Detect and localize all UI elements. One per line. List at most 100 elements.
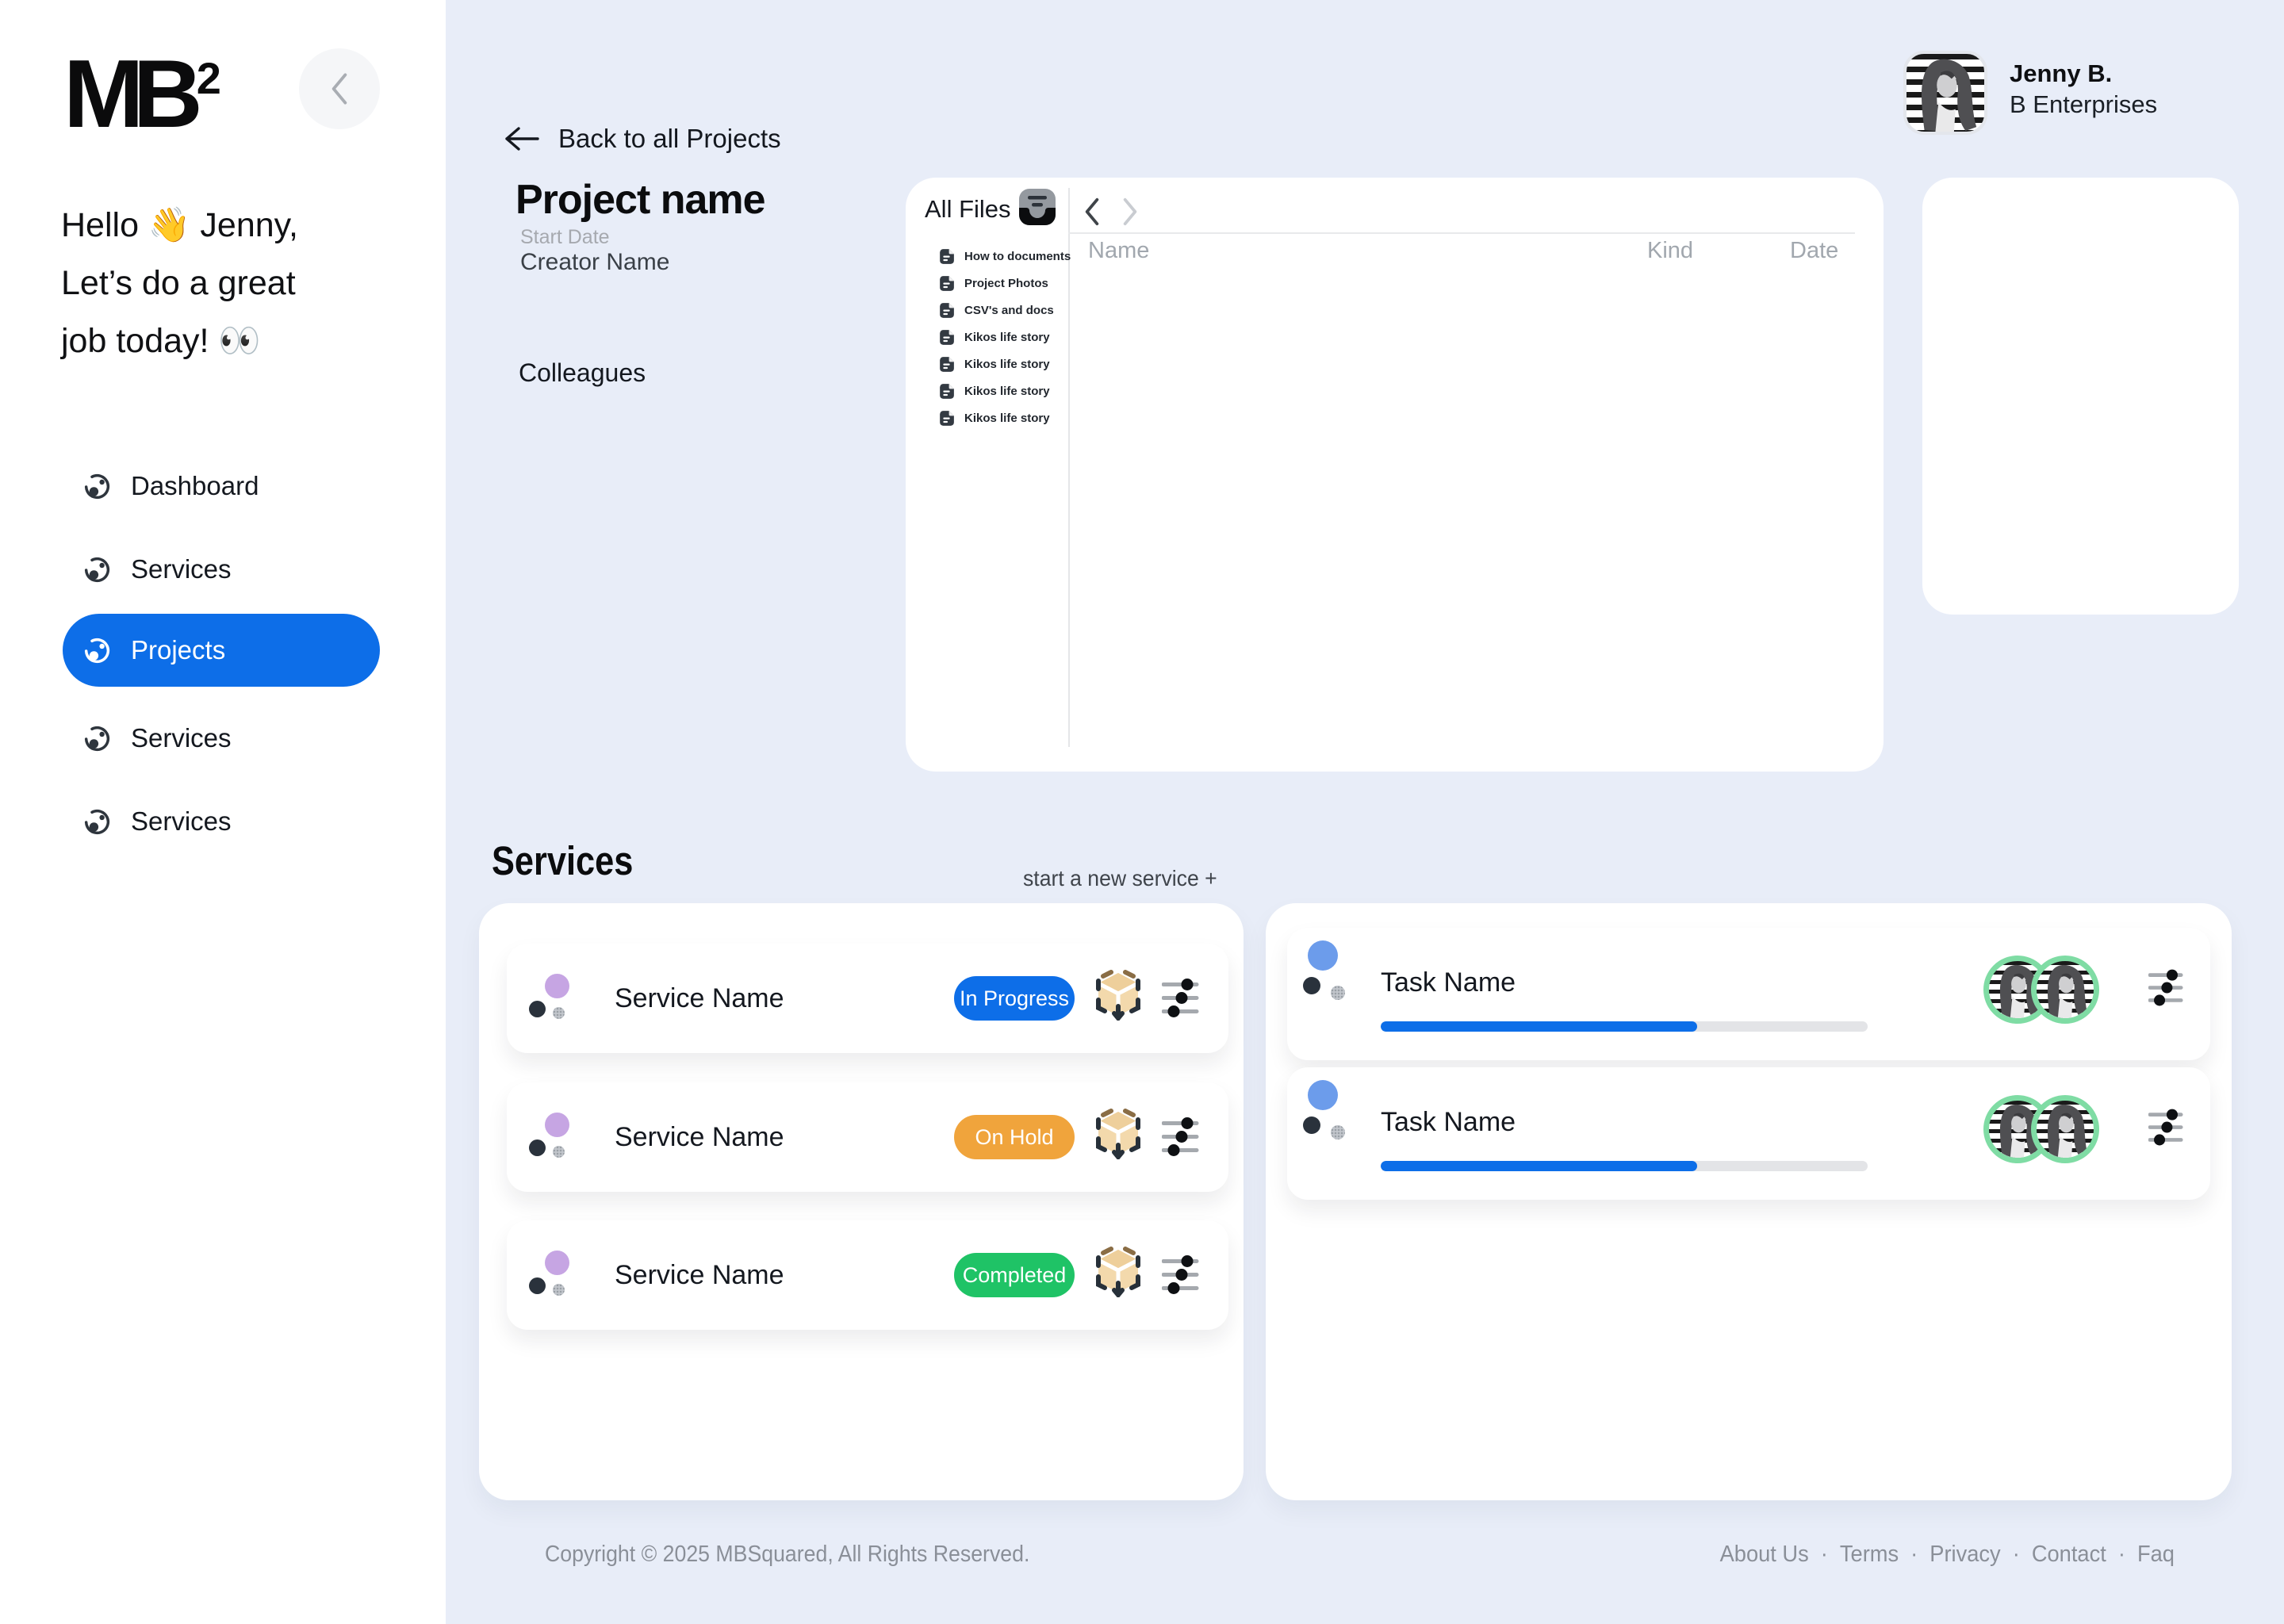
service-name: Service Name <box>615 1260 784 1291</box>
file-name: Kikos life story <box>964 412 1050 425</box>
file-browser-panel: All Files Name Kind Date How to document… <box>906 178 1884 772</box>
sliders-icon[interactable] <box>1162 1117 1199 1157</box>
package-cube-icon <box>1094 1247 1143 1297</box>
sliders-icon[interactable] <box>2148 1109 2183 1147</box>
file-name: CSV's and docs <box>964 304 1054 317</box>
back-to-projects-link[interactable]: Back to all Projects <box>503 124 781 154</box>
sidebar-item-projects[interactable]: Projects <box>63 614 380 687</box>
sidebar-item-services-2[interactable]: Services <box>63 702 380 775</box>
file-item[interactable]: CSV's and docs <box>937 297 1071 324</box>
file-item[interactable]: Kikos life story <box>937 377 1071 404</box>
sidebar-item-label: Services <box>131 554 232 584</box>
file-item[interactable]: Project Photos <box>937 270 1071 297</box>
task-progress-bar <box>1381 1021 1868 1032</box>
column-header-date: Date <box>1790 238 1838 264</box>
sidebar-collapse-button[interactable] <box>299 48 380 129</box>
file-name: Kikos life story <box>964 385 1050 398</box>
greeting-line: Let’s do a great <box>61 255 410 312</box>
sidebar-item-label: Dashboard <box>131 471 259 501</box>
file-name: Kikos life story <box>964 331 1050 344</box>
task-row[interactable]: Task Name <box>1287 928 2210 1060</box>
portrait-image <box>2037 961 2094 1018</box>
sidebar-item-services-3[interactable]: Services <box>63 785 380 858</box>
sidebar-item-label: Services <box>131 806 232 837</box>
status-badge: Completed <box>954 1253 1075 1297</box>
footer-link-terms[interactable]: Terms <box>1821 1542 1899 1568</box>
document-icon <box>937 408 956 428</box>
document-icon <box>937 301 956 320</box>
task-progress-bar <box>1381 1161 1868 1171</box>
service-dots-icon <box>507 1220 586 1308</box>
nav-forward-icon[interactable] <box>1120 197 1140 227</box>
chevron-left-icon <box>328 71 351 106</box>
file-name: Project Photos <box>964 277 1048 290</box>
sliders-icon[interactable] <box>1162 1255 1199 1295</box>
file-item[interactable]: Kikos life story <box>937 404 1071 431</box>
task-row[interactable]: Task Name <box>1287 1067 2210 1200</box>
nav-back-icon[interactable] <box>1082 197 1102 227</box>
task-name: Task Name <box>1381 967 1516 998</box>
package-cube-icon <box>1094 1109 1143 1159</box>
side-panel-card <box>1922 178 2239 615</box>
document-icon <box>937 327 956 347</box>
service-dots-icon <box>507 1082 586 1170</box>
dashboard-icon <box>83 473 111 500</box>
assignee-avatar <box>2031 956 2099 1024</box>
sliders-icon[interactable] <box>1162 979 1199 1018</box>
arrow-left-icon <box>503 125 539 152</box>
assignee-avatar <box>2031 1095 2099 1163</box>
sidebar-item-label: Projects <box>131 635 225 665</box>
assignee-avatars[interactable] <box>1983 956 2099 1024</box>
all-files-title[interactable]: All Files <box>925 195 1011 224</box>
column-header-kind: Kind <box>1647 238 1693 264</box>
inbox-icon <box>1017 187 1057 227</box>
user-avatar <box>1903 51 1987 135</box>
sliders-icon[interactable] <box>2148 969 2183 1007</box>
user-organization: B Enterprises <box>2010 90 2157 120</box>
document-icon <box>937 274 956 293</box>
services-card: Service Name In Progress Service Name On… <box>479 903 1244 1500</box>
task-name: Task Name <box>1381 1107 1516 1138</box>
file-item[interactable]: Kikos life story <box>937 324 1071 350</box>
project-title: Project name <box>515 176 765 224</box>
sidebar-item-dashboard[interactable]: Dashboard <box>63 450 380 523</box>
file-name: How to documents <box>964 250 1071 263</box>
greeting-line: Hello 👋 Jenny, <box>61 197 410 255</box>
footer-link-faq[interactable]: Faq <box>2118 1542 2175 1568</box>
footer-links: About Us Terms Privacy Contact Faq <box>1720 1542 2175 1568</box>
column-header-name: Name <box>1088 238 1149 264</box>
task-dots-icon <box>1287 1067 1366 1155</box>
services-heading: Services <box>492 837 633 884</box>
footer-link-contact[interactable]: Contact <box>2013 1542 2106 1568</box>
project-creator: Creator Name <box>520 249 669 276</box>
services-icon <box>83 556 111 584</box>
sidebar-item-services-1[interactable]: Services <box>63 533 380 606</box>
greeting-text: Hello 👋 Jenny, Let’s do a great job toda… <box>61 197 410 370</box>
colleagues-label: Colleagues <box>519 358 646 388</box>
file-item[interactable]: Kikos life story <box>937 350 1071 377</box>
app-logo: MB2 <box>63 38 221 149</box>
projects-icon <box>83 637 111 665</box>
footer-copyright: Copyright © 2025 MBSquared, All Rights R… <box>545 1542 1029 1568</box>
service-row[interactable]: Service Name Completed <box>507 1220 1228 1330</box>
greeting-line: job today! 👀 <box>61 312 410 370</box>
file-list: How to documents Project Photos CSV's an… <box>937 243 1071 431</box>
footer-link-about[interactable]: About Us <box>1720 1542 1809 1568</box>
file-item[interactable]: How to documents <box>937 243 1071 270</box>
services-icon <box>83 725 111 753</box>
task-dots-icon <box>1287 928 1366 1015</box>
portrait-image <box>2037 1101 2094 1158</box>
service-dots-icon <box>507 944 586 1031</box>
user-chip[interactable]: Jenny B. B Enterprises <box>1903 51 2157 135</box>
task-progress-fill <box>1381 1021 1697 1032</box>
start-new-service-link[interactable]: start a new service + <box>1023 866 1217 891</box>
task-progress-fill <box>1381 1161 1697 1171</box>
assignee-avatars[interactable] <box>1983 1095 2099 1163</box>
status-badge: On Hold <box>954 1115 1075 1159</box>
service-name: Service Name <box>615 983 784 1014</box>
footer-link-privacy[interactable]: Privacy <box>1910 1542 2001 1568</box>
user-name: Jenny B. <box>2010 58 2157 90</box>
service-row[interactable]: Service Name On Hold <box>507 1082 1228 1192</box>
service-row[interactable]: Service Name In Progress <box>507 944 1228 1053</box>
back-label: Back to all Projects <box>558 124 781 154</box>
